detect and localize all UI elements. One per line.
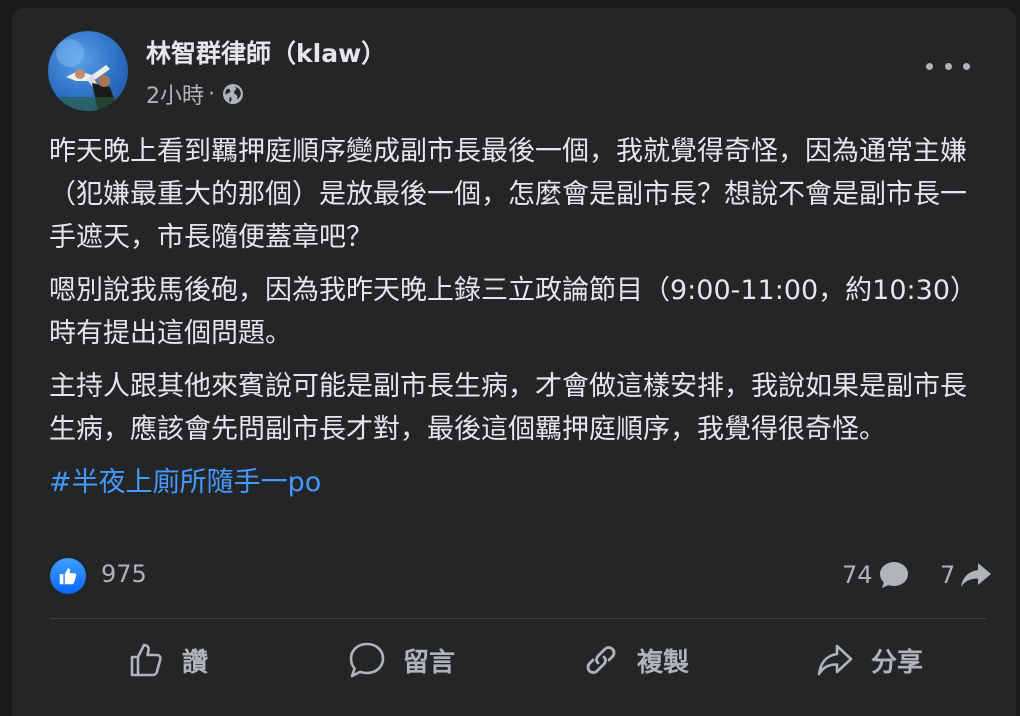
like-button[interactable]: 讚 bbox=[50, 632, 284, 688]
author-name[interactable]: 林智群律師（klaw） bbox=[146, 34, 386, 70]
share-label: 分享 bbox=[870, 647, 923, 678]
like-icon bbox=[130, 643, 162, 677]
link-icon bbox=[586, 646, 616, 674]
more-dot bbox=[944, 62, 952, 70]
post-paragraph: 昨天晚上看到羈押庭順序變成副市長最後一個，我就覺得奇怪，因為通常主嫌（犯嫌最重大… bbox=[49, 136, 967, 253]
like-reaction-icon[interactable] bbox=[50, 558, 86, 594]
like-label: 讚 bbox=[181, 647, 208, 678]
more-options-button[interactable] bbox=[926, 54, 970, 78]
post-card: 林智群律師（klaw） 2小時 · 昨天晚上看到羈押庭順序變成副市長最後一個，我… bbox=[12, 8, 1016, 716]
share-count-group[interactable]: 7 bbox=[940, 560, 993, 590]
share-icon bbox=[817, 644, 853, 676]
copy-label: 複製 bbox=[636, 647, 689, 678]
post-time[interactable]: 2小時 bbox=[146, 78, 204, 110]
copy-link-button[interactable]: 複製 bbox=[518, 632, 752, 688]
comment-bubble-icon bbox=[879, 562, 908, 588]
comment-icon bbox=[349, 642, 385, 678]
avatar-photo bbox=[48, 39, 128, 111]
meta-separator: · bbox=[208, 81, 215, 107]
post-stats: 975 74 7 bbox=[50, 558, 992, 594]
post-paragraph: 嗯別說我馬後砲，因為我昨天晚上錄三立政論節目（9:00-11:00，約10:30… bbox=[49, 275, 977, 349]
action-bar: 讚 留言 複製 分享 bbox=[50, 632, 986, 688]
thumbs-up-icon bbox=[59, 568, 77, 585]
post-meta: 2小時 · bbox=[146, 78, 245, 110]
author-avatar[interactable] bbox=[48, 31, 128, 111]
comment-count: 74 bbox=[842, 561, 873, 589]
share-count: 7 bbox=[940, 561, 956, 589]
divider bbox=[50, 618, 986, 619]
comment-button[interactable]: 留言 bbox=[284, 632, 518, 688]
hashtag-link[interactable]: #半夜上廁所隨手一po bbox=[49, 461, 989, 504]
post-paragraph: 主持人跟其他來賓說可能是副市長生病，才會做這樣安排，我說如果是副市長生病，應該會… bbox=[49, 371, 967, 445]
post-content: 昨天晚上看到羈押庭順序變成副市長最後一個，我就覺得奇怪，因為通常主嫌（犯嫌最重大… bbox=[49, 130, 989, 504]
comment-count-group[interactable]: 74 bbox=[842, 560, 911, 590]
share-arrow-icon bbox=[961, 563, 992, 587]
globe-icon[interactable] bbox=[221, 82, 245, 106]
comment-label: 留言 bbox=[402, 647, 455, 678]
more-dot bbox=[926, 62, 933, 70]
more-dot bbox=[963, 62, 970, 70]
like-count[interactable]: 975 bbox=[101, 560, 147, 588]
share-button[interactable]: 分享 bbox=[752, 632, 986, 688]
